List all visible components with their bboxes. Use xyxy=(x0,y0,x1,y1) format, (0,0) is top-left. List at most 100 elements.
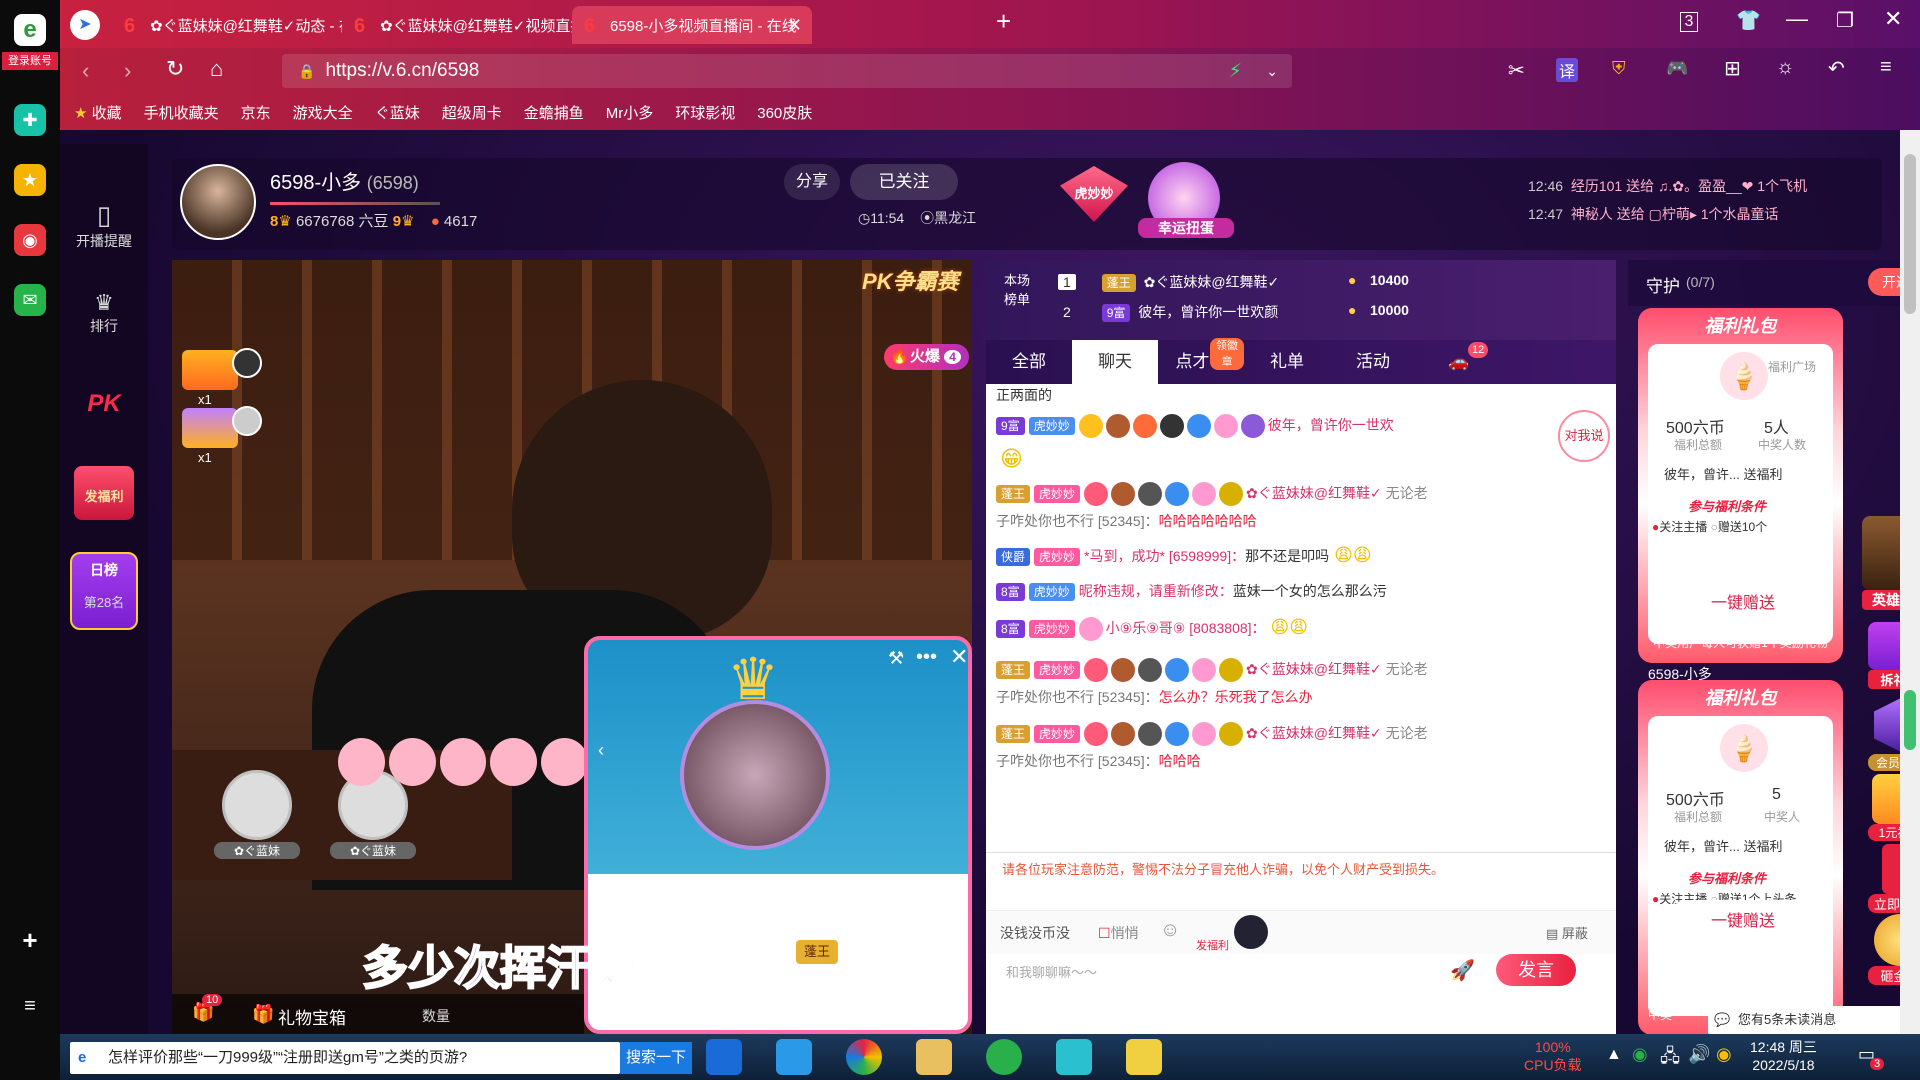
clock[interactable]: 12:48 周三 2022/5/18 xyxy=(1750,1038,1817,1074)
rank-row[interactable]: 1 蓬王 ✿ぐ蓝妹妹@红舞鞋✓ ● 10400 xyxy=(1058,272,1598,292)
add-icon[interactable]: + xyxy=(14,924,46,956)
tab-chat[interactable]: 聊天 xyxy=(1072,340,1158,384)
chat-message[interactable]: 8富 虎妙妙 昵称违规，请重新修改：蓝妹一个女的怎么那么污 xyxy=(996,580,1606,602)
home-icon[interactable]: ⌂ xyxy=(210,56,223,82)
game-app-icon[interactable] xyxy=(1126,1039,1162,1075)
tab-1[interactable]: 6 ✿ぐ蓝妹妹@红舞鞋✓动态 - 在线 xyxy=(112,6,342,44)
chat-message[interactable]: 蓬王 虎妙妙 ✿ぐ蓝妹妹@红舞鞋✓ 无论老 xyxy=(996,722,1606,747)
app-icon-1[interactable]: ✚ xyxy=(14,104,46,136)
one-click-gift-button[interactable]: 一键赠送 xyxy=(1668,900,1818,938)
bookmark-item[interactable]: Mr小多 xyxy=(606,102,654,123)
magic-wand-icon[interactable]: ⚒ xyxy=(888,648,904,669)
hot-badge[interactable]: 🔥 火爆 4 xyxy=(884,344,969,370)
rank-row[interactable]: 2 9富 彼年，曾许你一世欢颜 ● 10000 xyxy=(1058,302,1598,322)
login-button[interactable]: 登录账号 xyxy=(2,52,58,70)
360-browser-icon[interactable] xyxy=(986,1039,1022,1075)
taskbar-search[interactable]: e 怎样评价那些“一刀999级”“注册即送gm号”之类的页游? xyxy=(70,1042,620,1074)
lucky-egg-label[interactable]: 幸运扭蛋 xyxy=(1138,218,1234,238)
bookmark-item[interactable]: 游戏大全 xyxy=(293,102,353,123)
tab-count-icon[interactable]: 3 xyxy=(1680,12,1698,32)
bookmark-item[interactable]: ぐ蓝妹 xyxy=(375,102,420,123)
close-tab-icon[interactable]: ✕ xyxy=(787,15,802,36)
seat-2[interactable] xyxy=(182,408,238,448)
undo-icon[interactable]: ↶ xyxy=(1828,56,1845,81)
video-player[interactable]: PK争霸赛 🔥 火爆 4 x1 x1 ✿ぐ蓝妹 ✿ぐ蓝妹 ⚒ ••• ✕ ‹ ♛ … xyxy=(172,260,972,1034)
chat-message[interactable]: 侠爵 虎妙妙 *马到，成功* [6598999]：那不还是叩吗 😩😩 xyxy=(996,544,1606,567)
bookmark-item[interactable]: 金蟾捕鱼 xyxy=(524,102,584,123)
chrome-icon[interactable] xyxy=(846,1039,882,1075)
one-click-gift-button[interactable]: 一键赠送 xyxy=(1668,582,1818,620)
tray-arrow-icon[interactable]: ▲ xyxy=(1606,1046,1622,1064)
browser-logo-icon[interactable]: e xyxy=(14,14,46,46)
k-app-icon[interactable] xyxy=(706,1039,742,1075)
shirt-icon[interactable]: 👕 xyxy=(1736,8,1761,33)
star-icon[interactable]: ★ xyxy=(14,164,46,196)
shield-toggle[interactable]: ▤ 屏蔽 xyxy=(1546,923,1588,942)
bookmark-favorites[interactable]: ★ 收藏 xyxy=(74,102,122,123)
quiet-checkbox[interactable]: ☐悄悄 xyxy=(1098,923,1139,943)
seat-avatar[interactable] xyxy=(232,406,262,436)
seat-avatar[interactable] xyxy=(232,348,262,378)
welfare-label[interactable]: 发福利 xyxy=(1196,937,1229,953)
rank-badge[interactable]: 日榜 第28名 xyxy=(70,552,138,630)
minimize-icon[interactable]: — xyxy=(1786,6,1808,32)
translate-icon[interactable]: 译 xyxy=(1556,58,1578,82)
search-button[interactable]: 搜索一下 xyxy=(620,1042,692,1074)
mail-icon[interactable]: ✉ xyxy=(14,284,46,316)
shield-icon[interactable]: ⛨ xyxy=(1612,58,1626,79)
chat-target-select[interactable]: 没钱没币没 xyxy=(1000,923,1070,943)
talk-to-me-button[interactable]: 对我说 xyxy=(1558,410,1610,462)
chevron-down-icon[interactable]: ⌄ xyxy=(1266,63,1278,80)
send-button[interactable]: 发言 xyxy=(1496,954,1576,986)
tray-360-icon[interactable]: ◉ xyxy=(1632,1044,1648,1065)
chat-user[interactable]: ✿ぐ蓝妹妹@红舞鞋✓ xyxy=(1246,485,1382,501)
lightning-icon[interactable]: ⚡ xyxy=(1229,60,1242,83)
game-icon[interactable]: 🎮 xyxy=(1666,58,1688,79)
folder-icon[interactable] xyxy=(916,1039,952,1075)
chat-user[interactable]: *马到，成功* [6598999]： xyxy=(1084,548,1245,564)
chevron-left-icon[interactable]: ‹ xyxy=(598,740,604,761)
back-icon[interactable]: ‹ xyxy=(82,58,89,84)
chat-message[interactable]: 蓬王 虎妙妙 ✿ぐ蓝妹妹@红舞鞋✓ 无论老 xyxy=(996,482,1606,507)
unread-messages[interactable]: 💬 您有5条未读消息 xyxy=(1708,1006,1920,1034)
maximize-icon[interactable]: ❐ xyxy=(1836,8,1854,33)
bookmark-item[interactable]: 京东 xyxy=(241,102,271,123)
chat-message[interactable]: 蓬王 虎妙妙 ✿ぐ蓝妹妹@红舞鞋✓ 无论老 xyxy=(996,658,1606,683)
chat-message[interactable]: 9富 虎妙妙 彼年，曾许你一世欢 xyxy=(996,414,1606,439)
weibo-icon[interactable]: ◉ xyxy=(14,224,46,256)
close-window-icon[interactable]: ✕ xyxy=(1884,6,1902,32)
scroll-thumb[interactable] xyxy=(1904,154,1916,314)
menu-icon[interactable]: ≡ xyxy=(1880,56,1892,79)
scissors-icon[interactable]: ✂ xyxy=(1508,58,1525,83)
sidebar-item-welfare[interactable]: 发福利 xyxy=(74,466,134,520)
tray-app-icon[interactable]: ◉ xyxy=(1716,1044,1732,1065)
anchor-avatar[interactable] xyxy=(180,164,256,240)
welfare-square-link[interactable]: 福利广场 xyxy=(1768,358,1816,375)
rocket-icon[interactable]: 🚀 xyxy=(1450,958,1475,983)
cpu-monitor[interactable]: 100% CPU负载 xyxy=(1524,1038,1582,1074)
network-icon[interactable]: 🖧 xyxy=(1660,1044,1680,1074)
navigate-icon[interactable]: ➤ xyxy=(70,10,100,40)
media-player-icon[interactable] xyxy=(1056,1039,1092,1075)
bookmark-item[interactable]: 环球影视 xyxy=(675,102,735,123)
url-input[interactable]: 🔒 https://v.6.cn/6598 ⚡ ⌄ xyxy=(282,54,1292,88)
rank-label[interactable]: 本场榜单 xyxy=(1000,270,1034,308)
avatar-icon[interactable] xyxy=(1234,915,1268,949)
sofa-seat-avatar[interactable] xyxy=(222,770,292,840)
more-icon[interactable]: ••• xyxy=(916,646,937,669)
emoji-icon[interactable]: ☺ xyxy=(1160,919,1180,942)
brightness-icon[interactable]: ☼ xyxy=(1776,56,1794,79)
bookmark-item[interactable]: 360皮肤 xyxy=(757,102,812,123)
hu-badge[interactable]: 虎妙妙 xyxy=(1060,166,1128,222)
chat-message[interactable]: 8富 虎妙妙 小⑨乐⑨哥⑨ [8083808]： 😩😩 xyxy=(996,616,1606,642)
tab-gifts[interactable]: 礼单 xyxy=(1244,340,1330,384)
chat-user[interactable]: 彼年，曾许你一世欢 xyxy=(1268,417,1394,433)
ie-browser-icon[interactable] xyxy=(776,1039,812,1075)
chat-input[interactable]: 和我聊聊嘛～～ xyxy=(1006,962,1097,981)
grid-icon[interactable]: ⊞ xyxy=(1724,56,1741,81)
volume-icon[interactable]: 🔊 xyxy=(1688,1044,1710,1065)
tab-activity[interactable]: 活动 xyxy=(1330,340,1416,384)
chat-user[interactable]: 昵称违规，请重新修改： xyxy=(1079,583,1233,599)
chat-user[interactable]: 小⑨乐⑨哥⑨ [8083808]： xyxy=(1106,620,1266,636)
sidebar-item-pk[interactable]: PK xyxy=(60,390,148,418)
